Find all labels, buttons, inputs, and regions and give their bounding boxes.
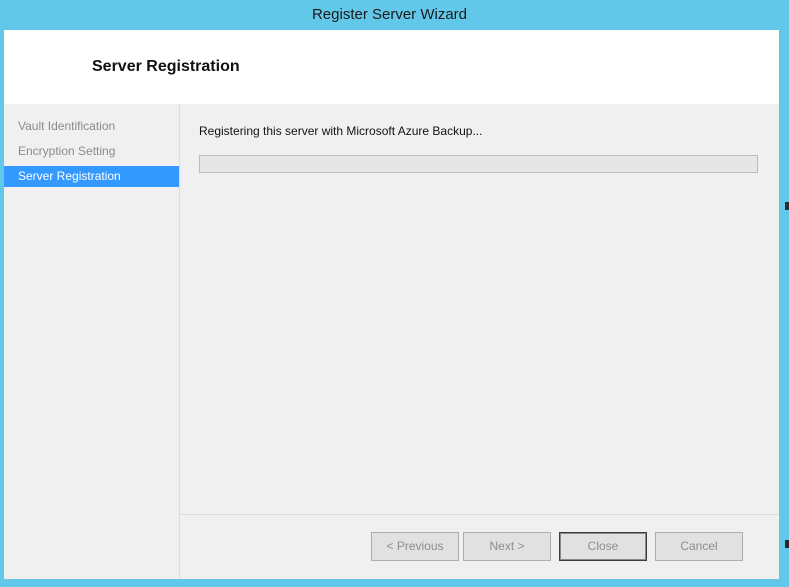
wizard-client-area: Server Registration Vault Identification… [4,30,779,579]
previous-button[interactable]: < Previous [371,532,459,561]
window-right-border [779,30,789,579]
next-button[interactable]: Next > [463,532,551,561]
wizard-main-panel: Registering this server with Microsoft A… [180,104,779,579]
cancel-button[interactable]: Cancel [655,532,743,561]
footer-divider [180,514,779,515]
background-window-edge [785,540,789,548]
registration-progress-bar [199,155,758,173]
page-title: Server Registration [92,58,240,75]
window-title[interactable]: Register Server Wizard [0,0,779,30]
sidebar-item-vault-identification: Vault Identification [18,119,116,133]
background-window-edge [785,202,789,210]
wizard-window: Register Server Wizard Server Registrati… [0,0,789,587]
close-button[interactable]: Close [559,532,647,561]
sidebar-item-server-registration: Server Registration [4,166,179,187]
wizard-header: Server Registration [4,30,779,104]
sidebar-item-encryption-setting: Encryption Setting [18,144,116,158]
status-message: Registering this server with Microsoft A… [199,124,483,138]
wizard-steps-sidebar: Vault Identification Encryption Setting … [4,104,180,579]
